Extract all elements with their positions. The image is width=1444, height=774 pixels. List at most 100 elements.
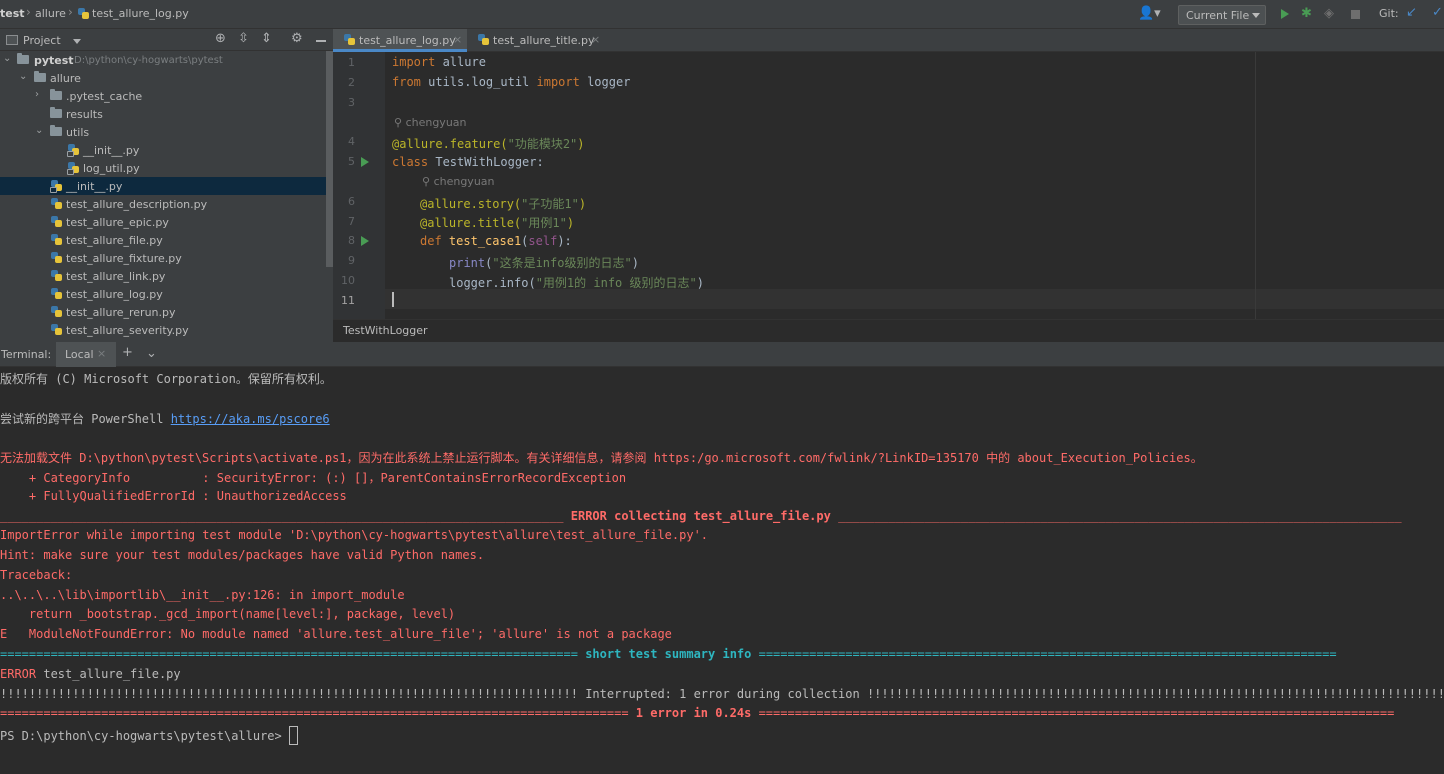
add-icon[interactable]: + xyxy=(122,345,133,360)
terminal-error-line: Traceback: xyxy=(0,568,73,582)
folder-icon xyxy=(50,89,62,100)
line-number: 6 xyxy=(348,195,355,208)
tree-item-path: D:\python\cy-hogwarts\pytest xyxy=(74,55,223,66)
debug-icon[interactable]: ✱ xyxy=(1301,6,1312,21)
code-line-4: @allure.feature("功能模块2") xyxy=(392,135,585,152)
tree-item-file[interactable]: test_allure_rerun.py xyxy=(0,303,326,321)
line-number: 3 xyxy=(348,96,355,109)
run-gutter-icon[interactable] xyxy=(361,236,369,246)
tree-item-file[interactable]: test_allure_epic.py xyxy=(0,213,326,231)
project-view-title[interactable]: Project xyxy=(23,34,61,47)
code-author-hint: ⚲ chengyuan xyxy=(394,116,467,129)
tree-item-file[interactable]: test_allure_file.py xyxy=(0,231,326,249)
editor-gutter: 1 2 3 4 5 6 7 8 9 10 11 xyxy=(333,52,385,332)
code-token: "这条是info级别的日志" xyxy=(492,256,632,270)
code-token: "功能模块2" xyxy=(507,137,578,151)
run-gutter-icon[interactable] xyxy=(361,157,369,167)
tree-item-pytest[interactable]: ⌄ pytest D:\python\cy-hogwarts\pytest xyxy=(0,51,326,69)
chevron-down-icon[interactable]: ⌄ xyxy=(3,53,11,64)
code-line-1: import allure xyxy=(392,55,486,69)
tree-item-utils[interactable]: ⌄ utils xyxy=(0,123,326,141)
python-file-icon xyxy=(50,287,64,301)
user-icon: ⚲ xyxy=(394,116,406,129)
user-icon[interactable]: 👤▾ xyxy=(1138,6,1161,21)
author-name: chengyuan xyxy=(433,175,495,188)
python-file-icon xyxy=(50,269,64,283)
tree-item-file[interactable]: test_allure_fixture.py xyxy=(0,249,326,267)
chevron-right-icon[interactable]: › xyxy=(35,89,39,100)
terminal-prompt[interactable]: PS D:\python\cy-hogwarts\pytest\allure> xyxy=(0,726,298,745)
tree-item-log-util[interactable]: log_util.py xyxy=(0,159,326,177)
line-number: 8 xyxy=(348,234,355,247)
git-update-icon[interactable]: ↙ xyxy=(1406,5,1417,20)
terminal-error-line: Hint: make sure your test modules/packag… xyxy=(0,548,485,562)
run-configuration-select[interactable]: Current File xyxy=(1178,5,1266,25)
breadcrumb-item-file[interactable]: test_allure_log.py xyxy=(92,7,189,20)
chevron-down-icon[interactable]: ⌄ xyxy=(35,125,43,136)
run-configuration-label: Current File xyxy=(1186,9,1250,22)
tree-item-file[interactable]: test_allure_log.py xyxy=(0,285,326,303)
project-panel: Project ⊕ ⇳ ⇕ ⚙ ⌄ pytest D:\python\cy-ho… xyxy=(0,29,333,342)
tree-item-file[interactable]: test_allure_severity.py xyxy=(0,321,326,339)
tab-label: test_allure_title.py xyxy=(493,34,595,47)
close-icon[interactable]: × xyxy=(97,347,106,360)
code-token: "子功能1" xyxy=(521,197,579,211)
structure-breadcrumb-item[interactable]: TestWithLogger xyxy=(343,324,428,337)
tree-item-pytest-cache[interactable]: › .pytest_cache xyxy=(0,87,326,105)
chevron-down-icon[interactable]: ⌄ xyxy=(19,71,27,82)
tree-item-label: test_allure_epic.py xyxy=(66,216,169,229)
stop-icon[interactable] xyxy=(1351,10,1360,19)
tree-item-label: __init__.py xyxy=(66,180,123,193)
code-token: print xyxy=(449,256,486,270)
line-number: 4 xyxy=(348,135,355,148)
tree-item-allure[interactable]: ⌄ allure xyxy=(0,69,326,87)
tab-test-allure-log[interactable]: test_allure_log.py × xyxy=(333,29,467,52)
tree-item-utils-init[interactable]: __init__.py xyxy=(0,141,326,159)
code-token: @allure.feature( xyxy=(392,137,508,151)
close-icon[interactable]: × xyxy=(591,33,600,46)
chevron-down-icon[interactable] xyxy=(73,39,81,44)
pscore-link[interactable]: https://aka.ms/pscore6 xyxy=(171,412,330,426)
tree-item-file[interactable]: test_allure_link.py xyxy=(0,267,326,285)
breadcrumb-item-test[interactable]: test xyxy=(0,7,25,20)
code-editor: test_allure_log.py × test_allure_title.p… xyxy=(333,29,1444,342)
folder-icon xyxy=(50,125,62,136)
tree-item-label: .pytest_cache xyxy=(66,90,143,103)
line-number: 7 xyxy=(348,215,355,228)
project-panel-header: Project ⊕ ⇳ ⇕ ⚙ xyxy=(0,29,333,51)
terminal-title: Terminal: xyxy=(1,348,52,361)
code-token: allure xyxy=(435,55,486,69)
expand-all-icon[interactable]: ⇳ xyxy=(238,31,249,46)
git-label: Git: xyxy=(1379,7,1399,20)
terminal-tab-label: Local xyxy=(65,348,94,361)
coverage-icon[interactable]: ◈ xyxy=(1324,6,1334,21)
tree-item-results[interactable]: results xyxy=(0,105,326,123)
project-scrollbar[interactable] xyxy=(326,51,333,267)
separator-fill: ========================================… xyxy=(751,706,1395,720)
separator-fill: ========================================… xyxy=(0,706,636,720)
chevron-down-icon[interactable]: ⌄ xyxy=(146,346,157,361)
code-token: TestWithLogger: xyxy=(428,155,544,169)
tree-item-label: __init__.py xyxy=(83,144,140,157)
run-icon[interactable] xyxy=(1281,9,1289,19)
folder-icon xyxy=(50,107,62,118)
terminal-summary-separator: ========================================… xyxy=(0,647,1337,661)
tree-item-label: results xyxy=(66,108,103,121)
locate-icon[interactable]: ⊕ xyxy=(215,31,226,46)
current-line-highlight xyxy=(385,289,1444,309)
code-line-5: class TestWithLogger: xyxy=(392,155,544,169)
gear-icon[interactable]: ⚙ xyxy=(291,31,303,46)
collapse-all-icon[interactable]: ⇕ xyxy=(261,31,272,46)
breadcrumb-separator: › xyxy=(68,5,73,19)
breadcrumb-item-allure[interactable]: allure xyxy=(35,7,66,20)
code-line-7: @allure.title("用例1") xyxy=(420,214,574,231)
tree-item-allure-init[interactable]: __init__.py xyxy=(0,177,326,195)
separator-title: short test summary info xyxy=(585,647,752,661)
tree-item-label: test_allure_fixture.py xyxy=(66,252,182,265)
git-commit-icon[interactable]: ✓ xyxy=(1432,5,1443,20)
tab-test-allure-title[interactable]: test_allure_title.py × xyxy=(469,29,605,52)
minimize-icon[interactable] xyxy=(316,40,326,42)
close-icon[interactable]: × xyxy=(453,33,462,46)
tree-item-file[interactable]: test_allure_description.py xyxy=(0,195,326,213)
code-token: import xyxy=(536,75,580,89)
